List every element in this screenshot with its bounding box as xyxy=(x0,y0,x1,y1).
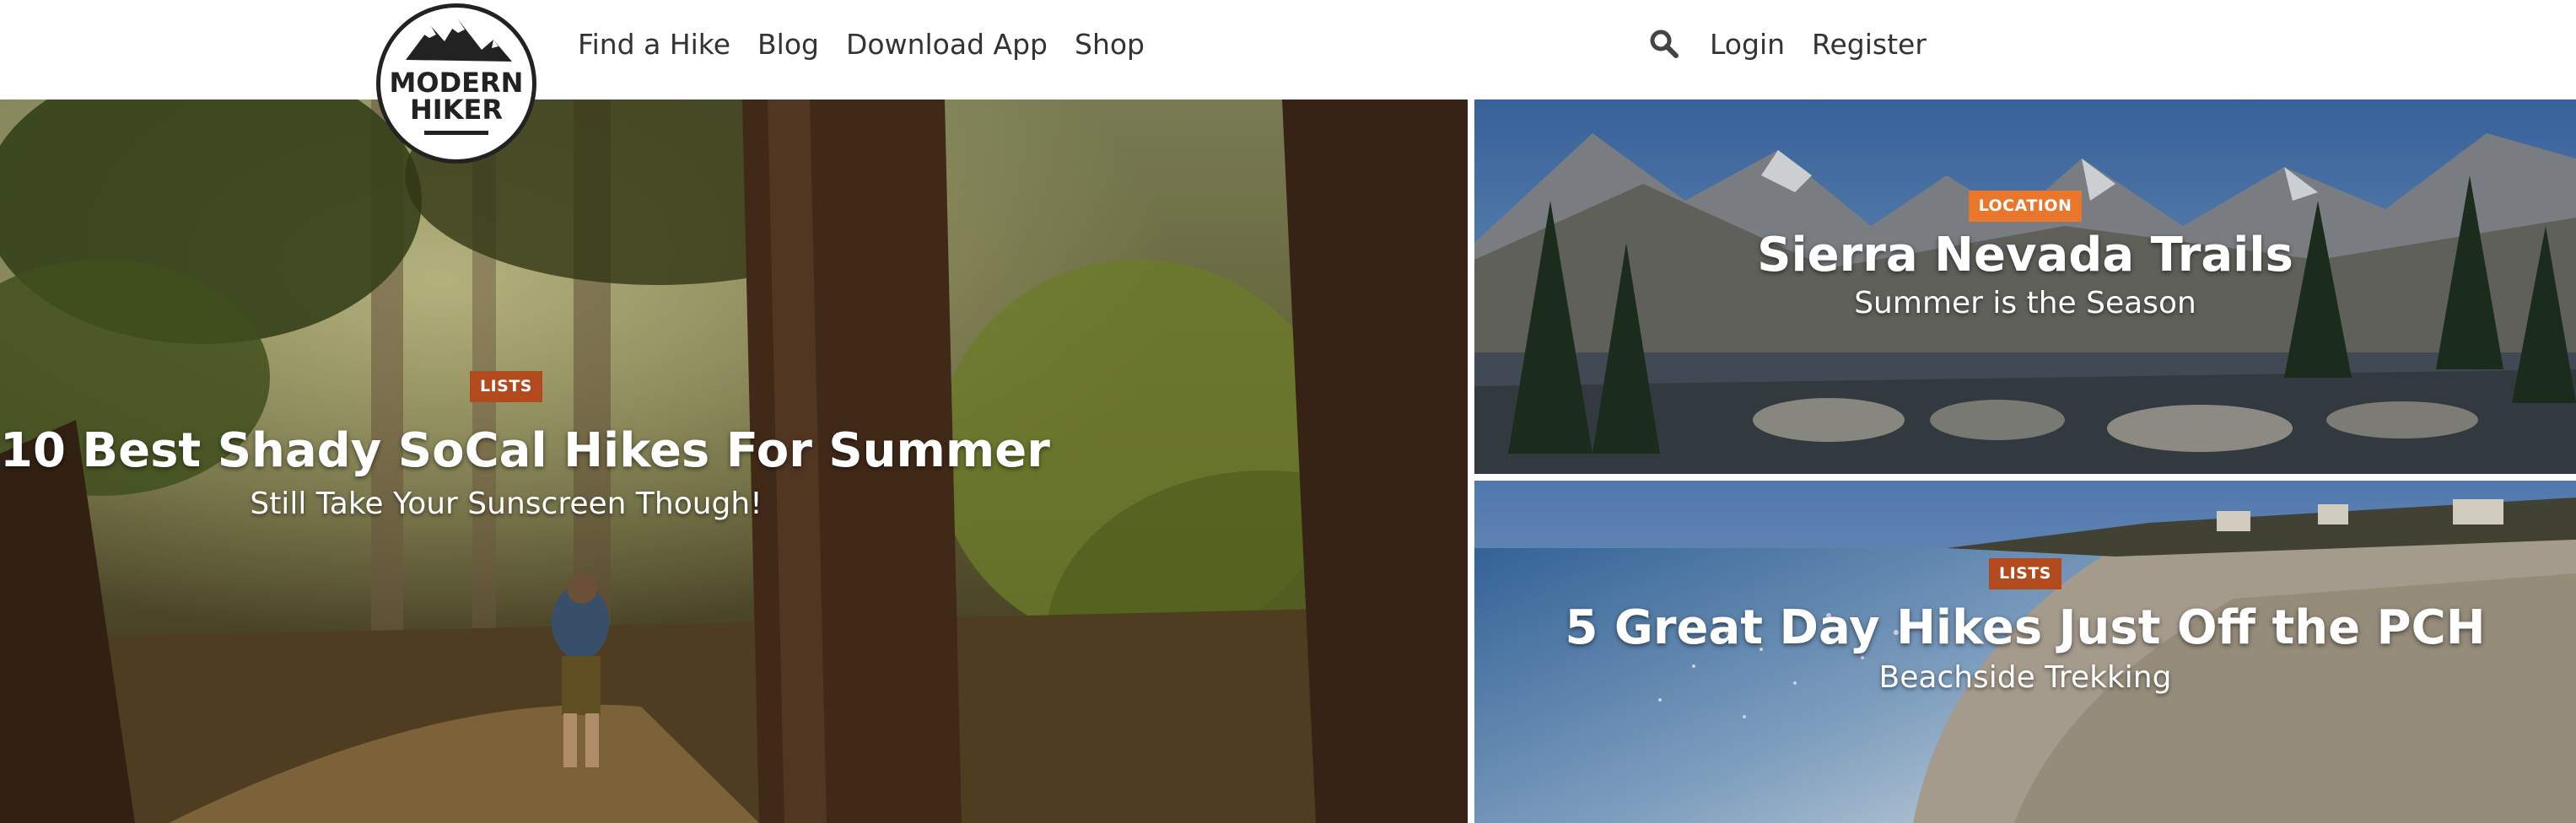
login-link[interactable]: Login xyxy=(1710,28,1785,61)
nav-shop[interactable]: Shop xyxy=(1075,28,1145,61)
mountain-logo-icon: MODERN HIKER xyxy=(390,19,523,135)
feature-main-text: LISTS 10 Best Shady SoCal Hikes For Summ… xyxy=(0,371,1050,522)
feature-bottom-card[interactable]: LISTS 5 Great Day Hikes Just Off the PCH… xyxy=(1474,481,2576,823)
category-badge[interactable]: LOCATION xyxy=(1968,191,2083,222)
feature-main-title[interactable]: 10 Best Shady SoCal Hikes For Summer xyxy=(0,423,1050,478)
feature-main-subtitle: Still Take Your Sunscreen Though! xyxy=(250,487,763,522)
auth-links: Login Register xyxy=(1649,0,1927,88)
feature-bottom-subtitle: Beachside Trekking xyxy=(1878,660,2172,696)
category-badge[interactable]: LISTS xyxy=(1988,558,2061,589)
register-link[interactable]: Register xyxy=(1812,28,1927,61)
feature-top-subtitle: Summer is the Season xyxy=(1854,286,2196,321)
feature-bottom-title[interactable]: 5 Great Day Hikes Just Off the PCH xyxy=(1474,600,2576,655)
feature-top-card[interactable]: LOCATION Sierra Nevada Trails Summer is … xyxy=(1474,100,2576,474)
nav-find-a-hike[interactable]: Find a Hike xyxy=(578,28,730,61)
category-badge[interactable]: LISTS xyxy=(469,371,542,402)
nav-download-app[interactable]: Download App xyxy=(846,28,1048,61)
site-logo[interactable]: MODERN HIKER xyxy=(376,3,536,164)
main-nav: Find a Hike Blog Download App Shop xyxy=(578,0,1145,88)
search-icon[interactable] xyxy=(1649,29,1679,59)
nav-blog[interactable]: Blog xyxy=(757,28,819,61)
feature-bottom-text: LISTS 5 Great Day Hikes Just Off the PCH… xyxy=(1474,558,2576,695)
svg-text:HIKER: HIKER xyxy=(410,94,503,126)
feature-top-text: LOCATION Sierra Nevada Trails Summer is … xyxy=(1474,191,2576,320)
feature-main-card[interactable]: LISTS 10 Best Shady SoCal Hikes For Summ… xyxy=(0,100,1468,823)
feature-top-title[interactable]: Sierra Nevada Trails xyxy=(1474,228,2576,282)
